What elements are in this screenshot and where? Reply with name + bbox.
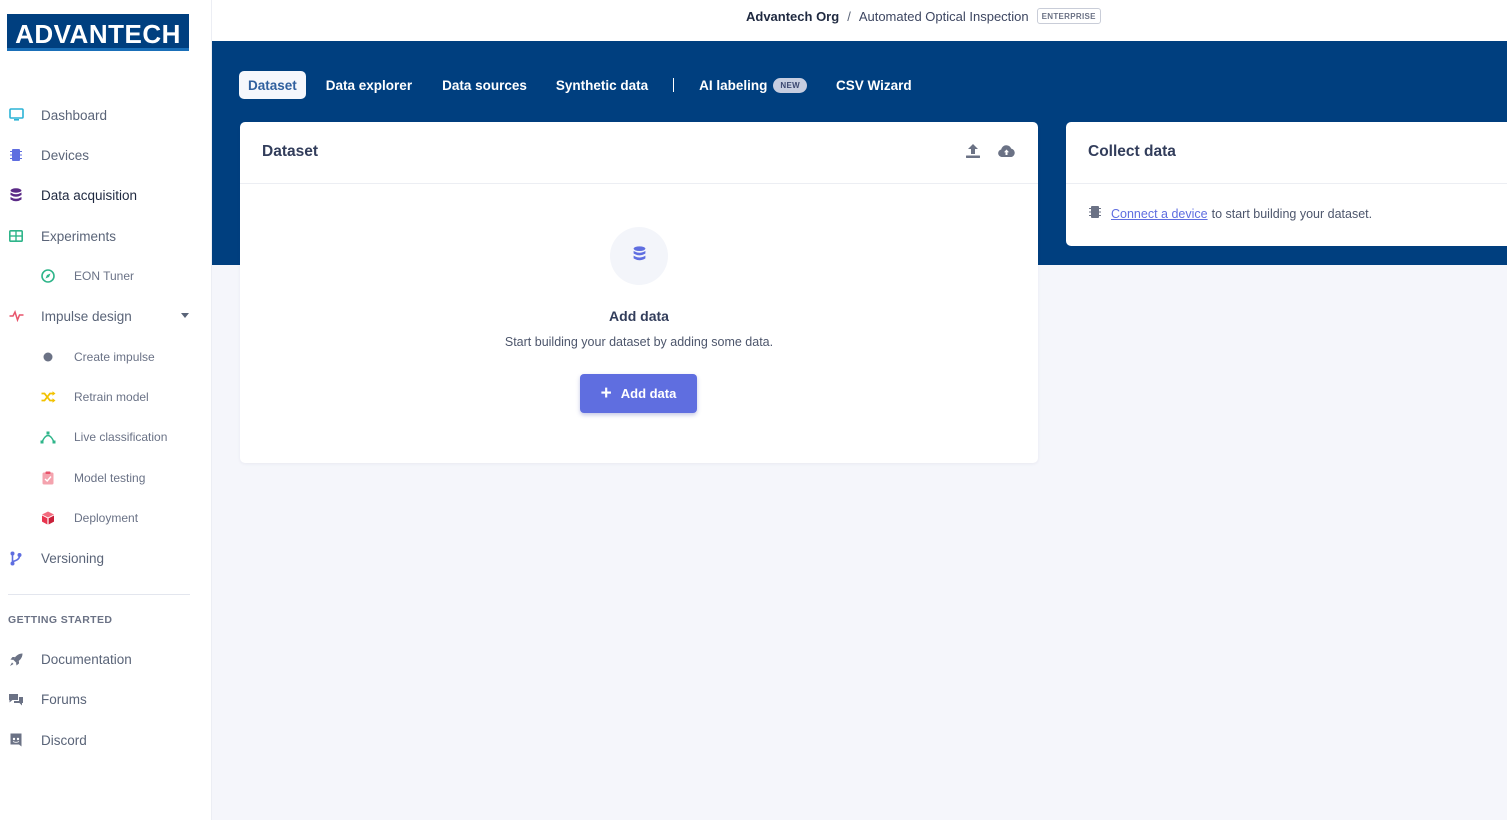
upload-icon[interactable]	[964, 142, 982, 160]
sidebar-item-label: Forums	[41, 691, 87, 707]
advantech-logo[interactable]: ADVANTECH	[7, 14, 189, 51]
tab-separator	[673, 78, 675, 92]
sidebar-item-label: Data acquisition	[41, 187, 138, 203]
compass-icon	[40, 268, 56, 284]
collect-data-message: Connect a device to start building your …	[1088, 205, 1372, 222]
card-header: Collect data	[1066, 122, 1507, 184]
chip-icon	[8, 147, 24, 163]
monitor-icon	[8, 107, 24, 123]
empty-state-icon-wrap	[610, 227, 668, 285]
plus-icon: +	[600, 383, 612, 404]
pulse-icon	[8, 308, 24, 324]
add-data-button[interactable]: + Add data	[580, 374, 697, 413]
sidebar-item-label: Retrain model	[74, 390, 149, 404]
sidebar-item-label: Devices	[41, 147, 90, 163]
rocket-icon	[8, 651, 24, 667]
sidebar-divider	[8, 594, 190, 595]
tab-data-sources[interactable]: Data sources	[442, 78, 527, 93]
breadcrumb-separator: /	[847, 8, 851, 24]
comments-icon	[8, 691, 24, 707]
sidebar-item-label: Documentation	[41, 651, 132, 667]
cloud-upload-icon[interactable]	[997, 142, 1015, 160]
chip-icon	[1088, 205, 1102, 222]
dot-icon	[40, 349, 56, 365]
top-bar: Advantech Org / Automated Optical Inspec…	[212, 0, 1507, 41]
tab-synthetic-data[interactable]: Synthetic data	[556, 78, 648, 93]
sidebar-item-label: Experiments	[41, 228, 117, 244]
getting-started-heading: GETTING STARTED	[8, 614, 113, 626]
cube-icon	[40, 510, 56, 526]
table-icon	[8, 228, 24, 244]
discord-icon	[8, 732, 24, 748]
database-icon	[8, 187, 24, 203]
sidebar: ADVANTECH Dashboard Devices Data acquisi…	[0, 0, 212, 820]
bezier-icon	[40, 429, 56, 445]
tab-label: AI labeling	[699, 77, 768, 93]
database-icon	[633, 246, 646, 266]
tab-csv-wizard[interactable]: CSV Wizard	[836, 78, 912, 93]
empty-state-subtitle: Start building your dataset by adding so…	[504, 335, 774, 349]
chevron-down-icon[interactable]	[181, 313, 189, 318]
tab-data-explorer[interactable]: Data explorer	[326, 78, 412, 93]
sidebar-item-label: Versioning	[41, 550, 105, 566]
collect-data-text: to start building your dataset.	[1211, 206, 1373, 221]
card-header: Dataset	[240, 122, 1038, 184]
sidebar-item-label: Dashboard	[41, 107, 108, 123]
breadcrumb: Advantech Org / Automated Optical Inspec…	[746, 8, 1101, 24]
sidebar-item-label: Model testing	[74, 471, 146, 485]
branch-icon	[8, 550, 24, 566]
new-badge: NEW	[773, 77, 807, 93]
tab-ai-labeling[interactable]: AI labeling NEW	[699, 77, 807, 93]
sidebar-item-label: EON Tuner	[74, 269, 135, 283]
sidebar-item-label: Live classification	[74, 430, 168, 444]
shuffle-icon	[40, 389, 56, 405]
dataset-card-title: Dataset	[262, 143, 318, 160]
empty-state-title: Add data	[609, 308, 669, 324]
dataset-tabs: Dataset Data explorer Data sources Synth…	[239, 71, 912, 99]
connect-device-link[interactable]: Connect a device	[1111, 207, 1208, 221]
breadcrumb-project[interactable]: Automated Optical Inspection	[859, 9, 1029, 24]
collect-data-card: Collect data Connect a device to start b…	[1066, 122, 1507, 246]
tab-dataset[interactable]: Dataset	[239, 71, 306, 99]
collect-card-title: Collect data	[1088, 143, 1176, 160]
sidebar-item-label: Deployment	[74, 511, 139, 525]
enterprise-badge: ENTERPRISE	[1036, 8, 1101, 24]
sidebar-item-label: Create impulse	[74, 350, 155, 364]
sidebar-item-label: Impulse design	[41, 308, 132, 324]
clipboard-check-icon	[40, 470, 56, 486]
breadcrumb-org[interactable]: Advantech Org	[746, 9, 839, 24]
add-data-label: Add data	[620, 386, 677, 401]
sidebar-item-label: Discord	[41, 732, 87, 748]
dataset-card: Dataset Add data Start building your dat…	[240, 122, 1038, 463]
